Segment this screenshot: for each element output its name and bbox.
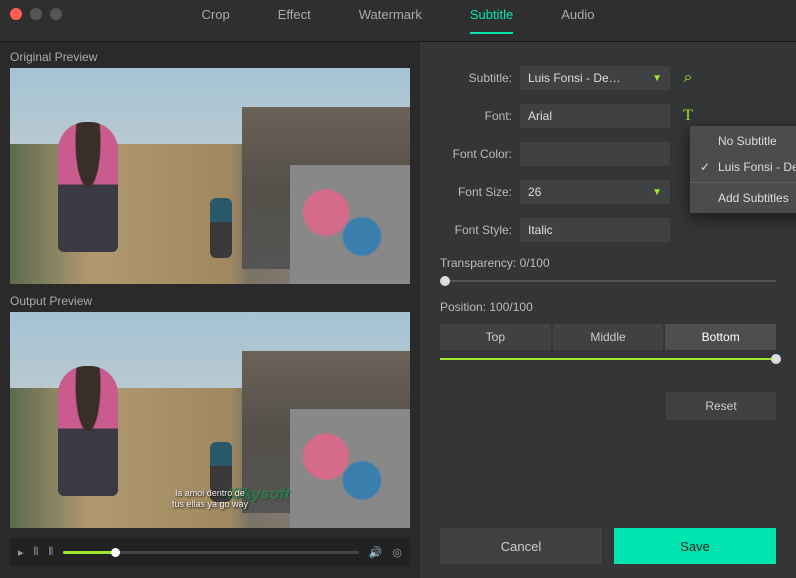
tab-audio[interactable]: Audio [561, 7, 594, 34]
subtitle-field-label: Subtitle: [440, 71, 512, 85]
search-icon[interactable]: ⌕ [678, 69, 698, 87]
subtitle-dropdown-menu: No Subtitle Luis Fonsi - Despacito ft. D… [690, 126, 796, 213]
maximize-window-icon[interactable] [50, 8, 62, 20]
volume-icon[interactable]: 🔊 [369, 546, 383, 559]
original-preview [10, 68, 410, 284]
tab-bar: Crop Effect Watermark Subtitle Audio [0, 0, 796, 42]
fontcolor-field-label: Font Color: [440, 147, 512, 161]
subtitle-select[interactable]: Luis Fonsi - De…▼ [520, 66, 670, 90]
position-bottom-button[interactable]: Bottom [665, 324, 776, 350]
position-top-button[interactable]: Top [440, 324, 551, 350]
fontsize-field-label: Font Size: [440, 185, 512, 199]
tab-watermark[interactable]: Watermark [359, 7, 422, 34]
cancel-button[interactable]: Cancel [440, 528, 602, 564]
playback-progress[interactable] [63, 551, 358, 554]
reset-button[interactable]: Reset [666, 392, 776, 420]
position-middle-button[interactable]: Middle [553, 324, 664, 350]
position-label: Position: 100/100 [440, 300, 776, 314]
tab-effect[interactable]: Effect [278, 7, 311, 34]
fontstyle-field-label: Font Style: [440, 223, 512, 237]
original-preview-label: Original Preview [10, 50, 410, 64]
snapshot-icon[interactable]: ◎ [392, 546, 402, 559]
prev-frame-icon[interactable]: ⦀ [34, 546, 39, 559]
dropdown-item-no-subtitle[interactable]: No Subtitle [690, 128, 796, 154]
chevron-down-icon: ▼ [652, 73, 662, 84]
dropdown-divider [690, 182, 796, 183]
output-preview: iSkysoft la amoi dentro detus ellas ya g… [10, 312, 410, 528]
window-controls [0, 0, 72, 28]
font-select[interactable]: Arial [520, 104, 670, 128]
transparency-label: Transparency: 0/100 [440, 256, 776, 270]
minimize-window-icon[interactable] [30, 8, 42, 20]
font-field-label: Font: [440, 109, 512, 123]
dropdown-item-selected[interactable]: Luis Fonsi - Despacito ft. Daddy Yankee.… [690, 154, 796, 180]
fontcolor-select[interactable] [520, 142, 670, 166]
main-content: Original Preview Output Preview iSkysoft… [0, 42, 796, 578]
dropdown-item-add-subtitles[interactable]: Add Subtitles [690, 185, 796, 211]
settings-panel: Subtitle: Luis Fonsi - De…▼ ⌕ Font: Aria… [420, 42, 796, 578]
fontsize-select[interactable]: 26▼ [520, 180, 670, 204]
next-frame-icon[interactable]: ⦀ [48, 546, 53, 559]
transparency-slider[interactable] [440, 280, 776, 282]
close-window-icon[interactable] [10, 8, 22, 20]
font-style-icon[interactable]: T [678, 107, 698, 125]
play-icon[interactable]: ▸ [18, 546, 24, 559]
subtitle-overlay: la amoi dentro detus ellas ya go way [50, 488, 370, 510]
chevron-down-icon: ▼ [652, 187, 662, 198]
position-slider[interactable] [440, 358, 776, 360]
tab-subtitle[interactable]: Subtitle [470, 7, 513, 34]
playback-controls: ▸ ⦀ ⦀ 🔊 ◎ [10, 538, 410, 566]
tab-crop[interactable]: Crop [202, 7, 230, 34]
save-button[interactable]: Save [614, 528, 776, 564]
preview-panel: Original Preview Output Preview iSkysoft… [0, 42, 420, 578]
output-preview-label: Output Preview [10, 294, 410, 308]
fontstyle-select[interactable]: Italic [520, 218, 670, 242]
